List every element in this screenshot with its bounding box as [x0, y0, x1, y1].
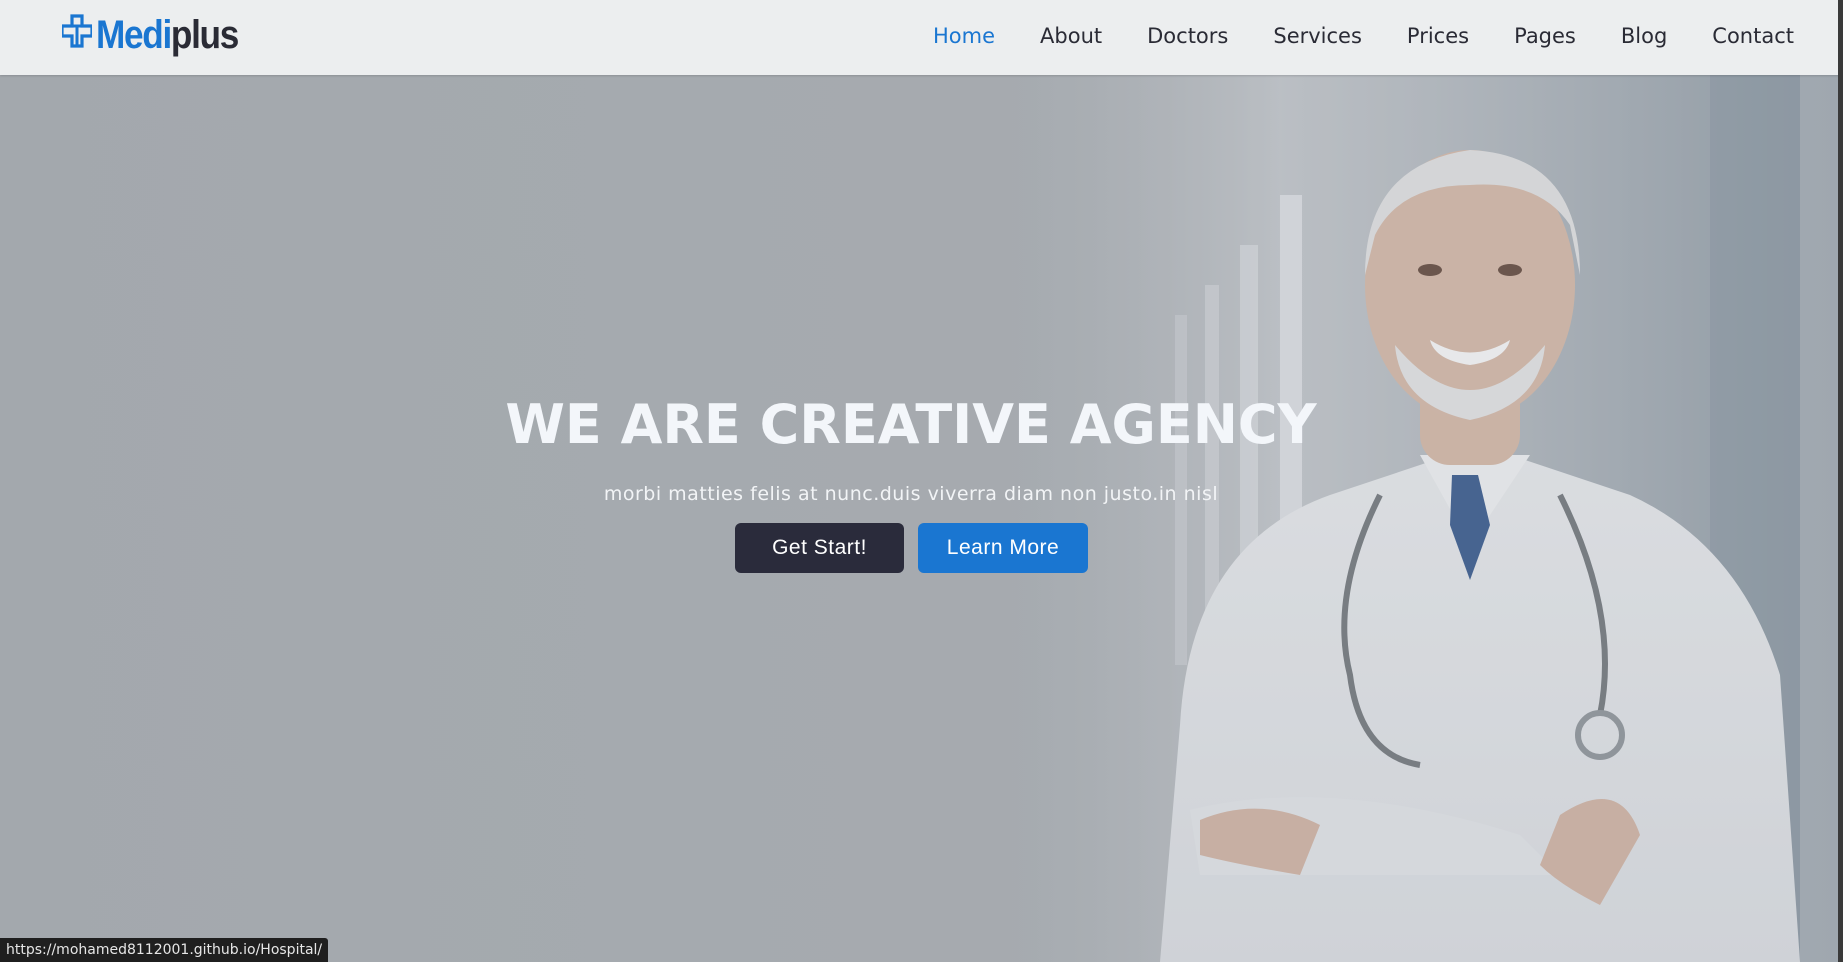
hero-title: WE ARE CREATIVE AGENCY: [505, 393, 1317, 456]
hero-section: WE ARE CREATIVE AGENCY morbi matties fel…: [0, 75, 1838, 962]
hero-content: WE ARE CREATIVE AGENCY morbi matties fel…: [0, 75, 1838, 962]
brand-name-part2: plus: [170, 13, 239, 57]
nav-doctors[interactable]: Doctors: [1147, 24, 1228, 48]
site-header: Mediplus Home About Doctors Services Pri…: [0, 0, 1843, 75]
nav-prices[interactable]: Prices: [1407, 24, 1469, 48]
medical-cross-icon: [62, 14, 92, 48]
nav-about[interactable]: About: [1040, 24, 1102, 48]
get-start-button[interactable]: Get Start!: [735, 523, 904, 573]
learn-more-button[interactable]: Learn More: [918, 523, 1088, 573]
brand-name-part1: Medi: [96, 13, 172, 57]
nav-pages[interactable]: Pages: [1514, 24, 1576, 48]
page-scrollbar[interactable]: [1838, 0, 1843, 962]
logo[interactable]: Mediplus: [62, 10, 257, 60]
nav-contact[interactable]: Contact: [1712, 24, 1794, 48]
hero-subtitle: morbi matties felis at nunc.duis viverra…: [603, 483, 1219, 505]
main-nav: Home About Doctors Services Prices Pages…: [888, 0, 1794, 72]
nav-blog[interactable]: Blog: [1621, 24, 1667, 48]
status-bar-url: https://mohamed8112001.github.io/Hospita…: [0, 938, 329, 962]
scrollbar-thumb[interactable]: [1838, 0, 1843, 962]
nav-services[interactable]: Services: [1273, 24, 1362, 48]
brand-name: Mediplus: [96, 13, 239, 57]
nav-home[interactable]: Home: [933, 24, 995, 48]
